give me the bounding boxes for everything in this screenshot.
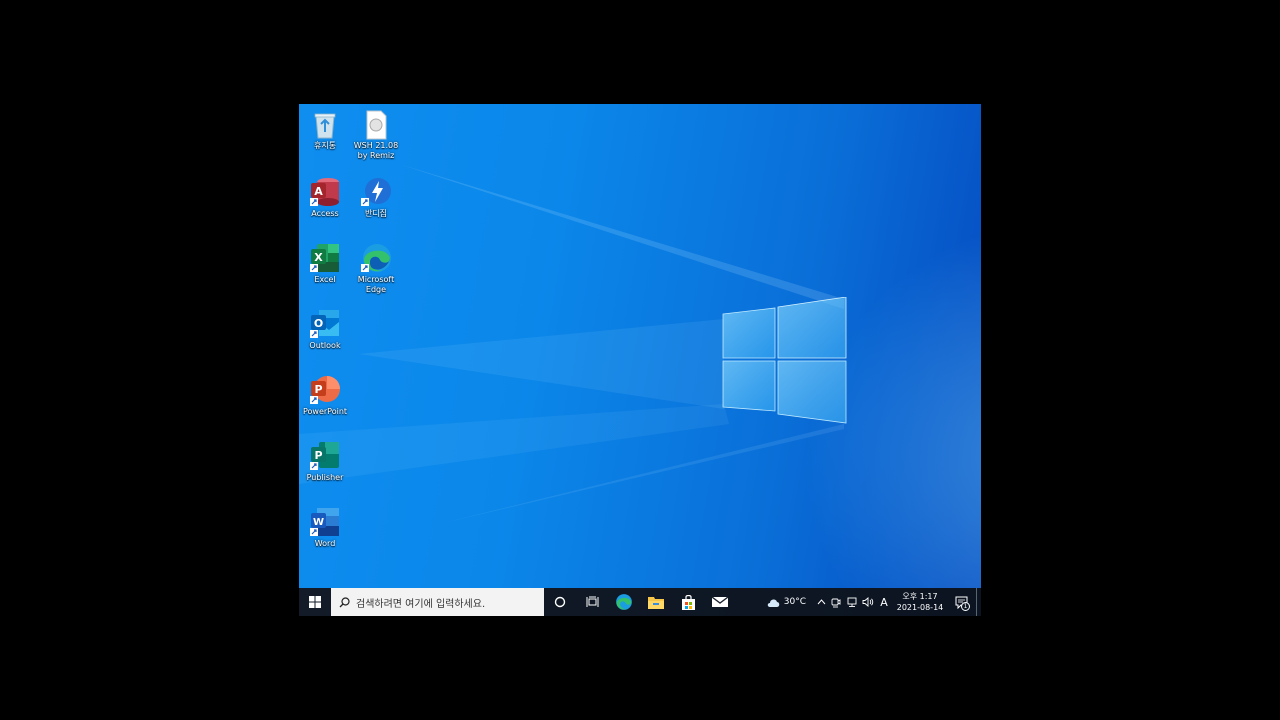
excel-shortcut[interactable]: X Excel [299, 242, 351, 285]
taskbar-edge[interactable] [608, 588, 640, 616]
network-icon [847, 597, 856, 607]
icon-label: Excel [314, 275, 336, 284]
edge-icon [616, 594, 632, 610]
icon-label: WSH 21.08 by Remiz [353, 141, 399, 160]
volume-button[interactable] [860, 588, 876, 616]
clock-time: 오후 1:17 [902, 592, 938, 601]
svg-text:P: P [314, 383, 322, 396]
cloud-icon [767, 598, 779, 607]
search-placeholder: 검색하려면 여기에 입력하세요. [356, 598, 486, 610]
recycle-bin-shortcut[interactable]: 휴지통 [299, 110, 351, 151]
icon-label: Access [311, 209, 339, 218]
outlook-icon: O [310, 310, 339, 338]
clock-date: 2021-08-14 [896, 603, 944, 612]
clock[interactable]: 오후 1:17 2021-08-14 [892, 591, 948, 613]
access-shortcut[interactable]: A Access [299, 176, 351, 219]
outlook-shortcut[interactable]: O Outlook [299, 308, 351, 351]
taskbar: 검색하려면 여기에 입력하세요. 30°C A 오후 1:17 2021-08-… [299, 588, 981, 616]
meet-now-icon [831, 598, 841, 607]
system-tray: 30°C A 오후 1:17 2021-08-14 1 [766, 588, 981, 616]
svg-text:W: W [313, 517, 324, 528]
publisher-icon: P [310, 442, 339, 470]
taskbar-file-explorer[interactable] [640, 588, 672, 616]
icon-label: Microsoft Edge [357, 275, 395, 294]
taskbar-mail[interactable] [704, 588, 736, 616]
svg-text:A: A [314, 185, 323, 198]
recycle-bin-icon [314, 113, 336, 139]
bandizip-shortcut[interactable]: 반디집 [350, 176, 402, 219]
icon-label: Word [314, 539, 336, 548]
powerpoint-shortcut[interactable]: P PowerPoint [299, 374, 351, 417]
task-view-icon [586, 596, 598, 607]
speaker-icon [862, 597, 874, 607]
svg-text:P: P [314, 449, 322, 462]
cortana-icon [554, 596, 566, 608]
desktop-icons-area: 휴지통 WSH 21.08 by Remiz A Access 반디집 X Ex… [299, 104, 981, 588]
windows-start-icon [309, 596, 321, 608]
file-explorer-icon [648, 597, 664, 609]
notification-count-badge: 1 [961, 602, 970, 611]
word-icon: W [310, 508, 339, 536]
powerpoint-icon: P [310, 376, 340, 404]
network-button[interactable] [844, 588, 860, 616]
show-desktop-button[interactable] [976, 588, 981, 616]
icon-label: Outlook [309, 341, 341, 350]
desktop-screen: 휴지통 WSH 21.08 by Remiz A Access 반디집 X Ex… [299, 104, 981, 616]
chevron-up-icon [817, 599, 825, 605]
word-shortcut[interactable]: W Word [299, 506, 351, 549]
svg-text:O: O [314, 317, 323, 330]
excel-icon: X [310, 244, 339, 272]
access-icon: A [310, 178, 339, 206]
wsh-file-shortcut[interactable]: WSH 21.08 by Remiz [350, 110, 402, 161]
weather-widget[interactable]: 30°C [766, 597, 806, 608]
svg-text:X: X [314, 251, 323, 264]
cortana-button[interactable] [544, 588, 576, 616]
search-icon [339, 596, 350, 607]
meet-now-button[interactable] [828, 588, 844, 616]
taskbar-search-box[interactable]: 검색하려면 여기에 입력하세요. [331, 588, 544, 616]
edge-icon [361, 244, 391, 272]
store-icon [681, 594, 695, 610]
icon-label: 휴지통 [313, 141, 337, 150]
start-button[interactable] [299, 588, 331, 616]
file-icon [366, 110, 387, 140]
task-view-button[interactable] [576, 588, 608, 616]
taskbar-store[interactable] [672, 588, 704, 616]
icon-label: Publisher [306, 473, 344, 482]
publisher-shortcut[interactable]: P Publisher [299, 440, 351, 483]
edge-shortcut[interactable]: Microsoft Edge [350, 242, 402, 295]
input-method-indicator[interactable]: A [876, 588, 892, 616]
weather-temp: 30°C [783, 597, 806, 607]
icon-label: 반디집 [364, 209, 388, 218]
action-center-button[interactable]: 1 [948, 588, 976, 616]
bandizip-icon [361, 178, 391, 206]
icon-label: PowerPoint [302, 407, 348, 416]
show-hidden-icons-button[interactable] [814, 588, 828, 616]
mail-icon [712, 596, 728, 607]
